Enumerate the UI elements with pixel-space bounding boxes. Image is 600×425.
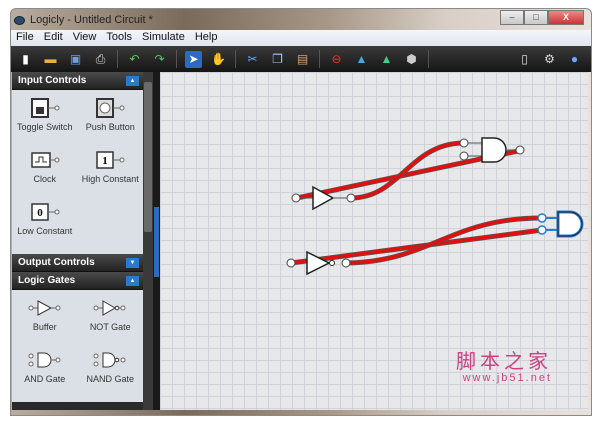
menu-simulate[interactable]: Simulate	[137, 30, 190, 46]
rotate-icon[interactable]: ▲	[378, 51, 395, 68]
collapse-icon[interactable]: ▲	[126, 276, 139, 286]
section-title: Output Controls	[18, 257, 95, 268]
toolbar: ▮ ▬ ▣ ⎙ ↶ ↷ ➤ ✋ ✂ ❐ ▤ ⊖ ▲ ▲ ⬢ ▯ ⚙ ●	[11, 46, 591, 72]
buffer-item[interactable]: Buffer	[12, 294, 78, 346]
help-icon[interactable]: ●	[566, 51, 583, 68]
scrollbar-thumb[interactable]	[144, 82, 152, 232]
flip-icon[interactable]: ▲	[353, 51, 370, 68]
document-icon[interactable]: ▯	[516, 51, 533, 68]
wire[interactable]	[350, 140, 465, 201]
section-logic-gates[interactable]: Logic Gates ▲	[12, 272, 143, 290]
pan-hand-icon[interactable]: ✋	[210, 51, 227, 68]
nand-gate-item[interactable]: NAND Gate	[78, 346, 144, 398]
menu-edit[interactable]: Edit	[39, 30, 68, 46]
gear-icon[interactable]: ⚙	[541, 51, 558, 68]
low-constant-icon: 0	[30, 198, 60, 226]
component-palette: Input Controls ▲ Toggle Switch Push Butto…	[12, 72, 143, 410]
not-gate-item[interactable]: NOT Gate	[78, 294, 144, 346]
select-pointer-icon[interactable]: ➤	[185, 50, 202, 68]
svg-text:1: 1	[103, 155, 109, 167]
copy-icon[interactable]: ❐	[269, 51, 286, 68]
item-label: NOT Gate	[89, 322, 131, 332]
nand-gate-selected[interactable]	[537, 210, 584, 238]
section-title: Logic Gates	[18, 275, 76, 286]
not-gate-icon	[93, 294, 127, 322]
print-icon[interactable]: ⎙	[92, 51, 109, 68]
buffer-gate-icon	[28, 294, 62, 322]
panel-splitter[interactable]	[153, 72, 160, 410]
toggle-switch-icon	[30, 94, 60, 122]
title-bar: Logicly - Untitled Circuit *	[14, 11, 153, 29]
low-constant-item[interactable]: 0 Low Constant	[12, 198, 78, 250]
menu-view[interactable]: View	[68, 30, 102, 46]
high-constant-item[interactable]: 1 High Constant	[78, 146, 144, 198]
menu-bar: File Edit View Tools Simulate Help	[11, 30, 591, 46]
and-gate-item[interactable]: AND Gate	[12, 346, 78, 398]
splitter-handle[interactable]	[154, 207, 159, 277]
component-cube-icon[interactable]: ⬢	[403, 51, 420, 68]
item-label: High Constant	[81, 174, 139, 184]
menu-tools[interactable]: Tools	[101, 30, 137, 46]
and-gate-icon	[28, 346, 62, 374]
nand-gate-icon	[93, 346, 127, 374]
high-constant-icon: 1	[95, 146, 125, 174]
menu-help[interactable]: Help	[190, 30, 223, 46]
paste-icon[interactable]: ▤	[294, 51, 311, 68]
new-file-icon[interactable]: ▮	[17, 51, 34, 68]
wire[interactable]	[345, 215, 543, 266]
open-folder-icon[interactable]: ▬	[42, 51, 59, 68]
push-button-item[interactable]: Push Button	[78, 94, 144, 146]
section-output-controls[interactable]: Output Controls ▼	[12, 254, 143, 272]
item-label: NAND Gate	[86, 374, 134, 384]
item-label: Toggle Switch	[16, 122, 73, 132]
wire[interactable]	[290, 227, 543, 266]
watermark: 脚本之家	[456, 351, 552, 373]
section-title: Input Controls	[18, 75, 87, 86]
item-label: Push Button	[85, 122, 135, 132]
item-label: Low Constant	[17, 226, 73, 236]
expand-icon[interactable]: ▼	[126, 258, 139, 268]
item-label: Buffer	[32, 322, 57, 332]
watermark-url: www.jb51.net	[462, 372, 552, 384]
push-button-icon	[95, 94, 125, 122]
svg-text:0: 0	[37, 207, 43, 219]
maximize-button[interactable]: □	[524, 10, 548, 25]
clock-item[interactable]: Clock	[12, 146, 78, 198]
save-icon[interactable]: ▣	[67, 51, 84, 68]
redo-icon[interactable]: ↷	[151, 51, 168, 68]
palette-scrollbar[interactable]	[143, 72, 153, 410]
section-input-controls[interactable]: Input Controls ▲	[12, 72, 143, 90]
collapse-icon[interactable]: ▲	[126, 76, 139, 86]
window-title: Logicly - Untitled Circuit *	[30, 14, 153, 26]
item-label: AND Gate	[24, 374, 66, 384]
cut-icon[interactable]: ✂	[244, 51, 261, 68]
close-button[interactable]: X	[548, 10, 584, 25]
menu-file[interactable]: File	[11, 30, 39, 46]
and-gate[interactable]	[459, 137, 525, 163]
minimize-button[interactable]: –	[500, 10, 524, 25]
item-label: Clock	[33, 174, 56, 184]
toggle-switch-item[interactable]: Toggle Switch	[12, 94, 78, 146]
clock-icon	[30, 146, 60, 174]
undo-icon[interactable]: ↶	[126, 51, 143, 68]
app-logo-icon	[14, 15, 25, 25]
delete-icon[interactable]: ⊖	[328, 51, 345, 68]
